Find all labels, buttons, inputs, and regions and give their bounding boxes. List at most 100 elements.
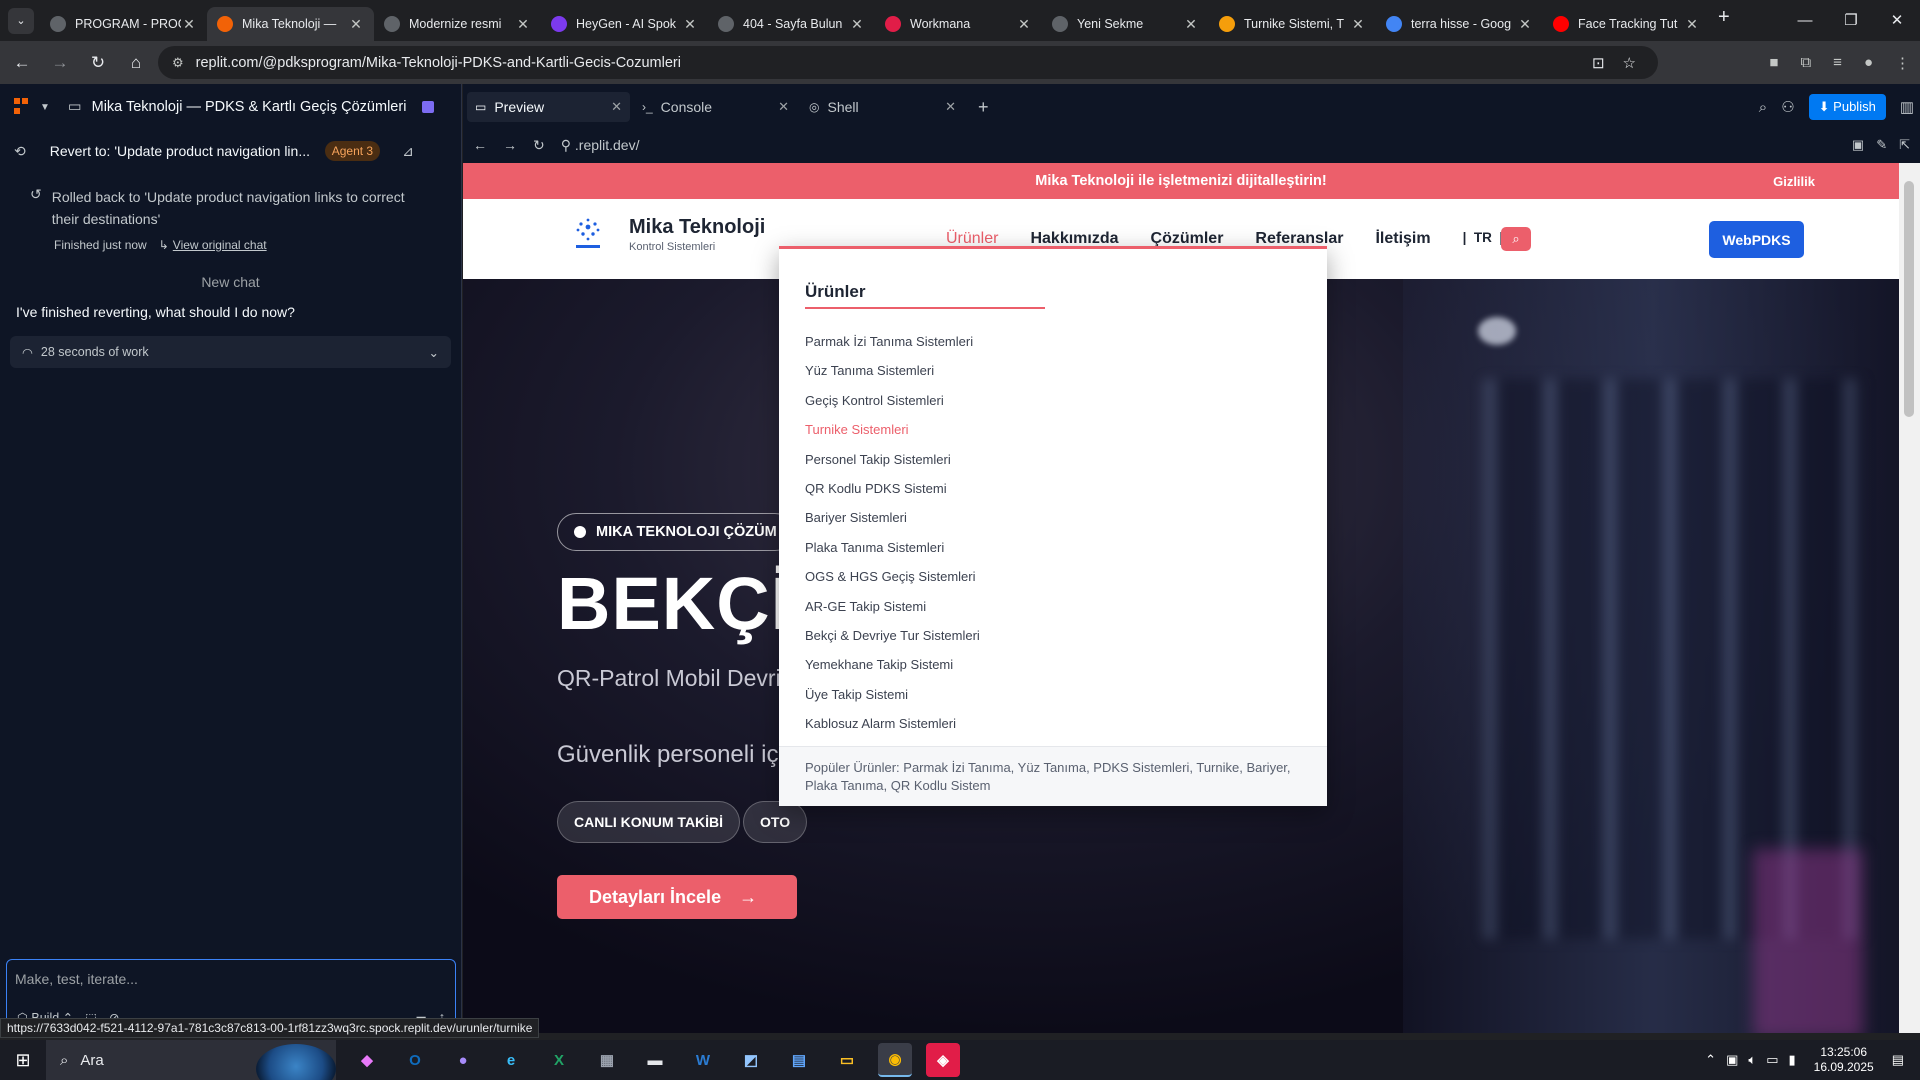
back-icon[interactable]: ← xyxy=(6,53,38,73)
close-tab-icon[interactable]: ✕ xyxy=(682,16,698,33)
product-menu-item[interactable]: Üye Takip Sistemi xyxy=(805,680,980,709)
site-info-icon[interactable]: ⚙ xyxy=(172,55,184,71)
outlook-icon[interactable]: O xyxy=(398,1043,432,1077)
preview-url[interactable]: ⚲ .replit.dev/ xyxy=(561,137,640,154)
agent-badge[interactable]: Agent 3 xyxy=(324,141,381,161)
back-icon[interactable]: ← xyxy=(473,137,487,153)
file-explorer-icon[interactable]: ▭ xyxy=(830,1043,864,1077)
tab-preview[interactable]: ▭ Preview ✕ xyxy=(467,92,630,122)
windows-start-icon[interactable]: ⊞ xyxy=(0,1050,46,1071)
media-control-icon[interactable]: ≡ xyxy=(1833,54,1842,71)
close-icon[interactable]: ✕ xyxy=(778,99,789,115)
site-search-button[interactable]: ⌕ xyxy=(1501,227,1531,251)
replit-logo-icon[interactable] xyxy=(14,98,34,116)
add-tab-icon[interactable]: + xyxy=(978,97,989,118)
battery-icon[interactable]: ▮ xyxy=(1788,1052,1795,1068)
webpdks-button[interactable]: WebPDKS xyxy=(1709,221,1804,258)
chrome-icon[interactable]: ◉ xyxy=(878,1043,912,1077)
reload-icon[interactable]: ↻ xyxy=(533,137,545,154)
app-icon[interactable]: ▦ xyxy=(590,1043,624,1077)
brand[interactable]: Mika Teknoloji Kontrol Sistemleri xyxy=(569,215,765,253)
product-menu-item[interactable]: Personel Takip Sistemleri xyxy=(805,445,980,474)
home-icon[interactable]: ⌂ xyxy=(120,53,152,73)
excel-icon[interactable]: X xyxy=(542,1043,576,1077)
product-menu-item[interactable]: Yüz Tanıma Sistemleri xyxy=(805,356,980,385)
close-tab-icon[interactable]: ✕ xyxy=(1350,16,1366,33)
close-tab-icon[interactable]: ✕ xyxy=(1684,16,1700,33)
close-window-icon[interactable]: ✕ xyxy=(1874,0,1920,41)
open-new-window-icon[interactable]: ⇱ xyxy=(1899,137,1910,153)
privacy-link[interactable]: Gizlilik xyxy=(1773,174,1815,189)
meet-now-icon[interactable]: ▣ xyxy=(1726,1052,1738,1068)
publish-button[interactable]: ⬇ Publish xyxy=(1808,94,1886,120)
product-menu-item[interactable]: AR-GE Takip Sistemi xyxy=(805,592,980,621)
close-tab-icon[interactable]: ✕ xyxy=(515,16,531,33)
app-icon[interactable]: ◩ xyxy=(734,1043,768,1077)
devtools-icon[interactable]: ✎ xyxy=(1876,137,1887,153)
product-menu-item[interactable]: QR Kodlu PDKS Sistemi xyxy=(805,474,980,503)
browser-tab[interactable]: HeyGen - AI Spok ✕ xyxy=(541,7,708,41)
product-menu-item[interactable]: Bariyer Sistemleri xyxy=(805,503,980,532)
details-cta-button[interactable]: Detayları İncele → xyxy=(557,875,797,919)
scrollbar-thumb[interactable] xyxy=(1904,181,1914,417)
feature-chip[interactable]: OTO xyxy=(743,801,808,843)
browser-tab[interactable]: Face Tracking Tut ✕ xyxy=(1543,7,1710,41)
browser-tab[interactable]: 404 - Sayfa Bulun ✕ xyxy=(708,7,875,41)
network-icon[interactable]: ▭ xyxy=(1766,1052,1778,1068)
chevron-up-icon[interactable]: ⌃ xyxy=(1705,1052,1716,1068)
product-menu-item[interactable]: Parmak İzi Tanıma Sistemleri xyxy=(805,327,980,356)
extension-icon[interactable]: ■ xyxy=(1769,54,1778,71)
product-menu-item[interactable]: Plaka Tanıma Sistemleri xyxy=(805,533,980,562)
close-tab-icon[interactable]: ✕ xyxy=(1517,16,1533,33)
product-menu-item[interactable]: Turnike Sistemleri xyxy=(805,415,980,444)
close-tab-icon[interactable]: ✕ xyxy=(849,16,865,33)
nav-contact[interactable]: İletişim xyxy=(1375,230,1430,248)
address-bar[interactable]: ⚙ replit.com/@pdksprogram/Mika-Teknoloji… xyxy=(158,46,1658,79)
install-app-icon[interactable]: ⊡ xyxy=(1592,54,1605,72)
product-menu-item[interactable]: Geçiş Kontrol Sistemleri xyxy=(805,386,980,415)
new-chat-icon[interactable]: ⊿ xyxy=(402,143,414,160)
layout-toggle-icon[interactable]: ▥ xyxy=(1900,98,1914,116)
bookmark-star-icon[interactable]: ☆ xyxy=(1623,54,1636,72)
project-title[interactable]: Mika Teknoloji — PDKS & Kartlı Geçiş Çöz… xyxy=(92,99,407,115)
copilot-icon[interactable]: ◆ xyxy=(350,1043,384,1077)
view-original-chat-link[interactable]: View original chat xyxy=(173,238,267,252)
close-icon[interactable]: ✕ xyxy=(945,99,956,115)
preview-scrollbar[interactable] xyxy=(1899,163,1920,1033)
browser-tab[interactable]: Workmana ✕ xyxy=(875,7,1042,41)
extensions-puzzle-icon[interactable]: ⧉ xyxy=(1800,54,1811,71)
chat-input[interactable] xyxy=(7,960,455,998)
close-tab-icon[interactable]: ✕ xyxy=(348,16,364,33)
taskbar-search[interactable]: ⌕ Ara xyxy=(46,1040,336,1080)
product-menu-item[interactable]: Kablosuz Alarm Sistemleri xyxy=(805,709,980,738)
tab-shell[interactable]: ◎ Shell ✕ xyxy=(801,92,964,122)
chevron-down-icon[interactable]: ▼ xyxy=(40,102,50,113)
history-icon[interactable]: ⟲ xyxy=(14,143,26,160)
close-icon[interactable]: ✕ xyxy=(611,99,622,115)
reload-icon[interactable]: ↻ xyxy=(82,53,114,73)
browser-tab[interactable]: terra hisse - Goog ✕ xyxy=(1376,7,1543,41)
edge-icon[interactable]: e xyxy=(494,1043,528,1077)
product-menu-item[interactable]: Yemekhane Takip Sistemi xyxy=(805,650,980,679)
product-menu-item[interactable]: Bekçi & Devriye Tur Sistemleri xyxy=(805,621,980,650)
minimize-icon[interactable]: — xyxy=(1782,0,1828,41)
new-tab-button[interactable]: + xyxy=(1718,6,1730,29)
terminal-icon[interactable]: ▬ xyxy=(638,1043,672,1077)
browser-tab[interactable]: PROGRAM - PROG ✕ xyxy=(40,7,207,41)
profile-avatar[interactable]: ● xyxy=(1864,54,1873,71)
browser-tab[interactable]: Turnike Sistemi, T ✕ xyxy=(1209,7,1376,41)
work-summary[interactable]: ◠ 28 seconds of work ⌄ xyxy=(10,336,451,368)
word-icon[interactable]: W xyxy=(686,1043,720,1077)
anydesk-icon[interactable]: ◈ xyxy=(926,1043,960,1077)
browser-tab[interactable]: Modernize resmi ✕ xyxy=(374,7,541,41)
tab-search-button[interactable]: ⌄ xyxy=(8,7,34,34)
browser-menu-icon[interactable]: ⋮ xyxy=(1895,54,1910,72)
volume-icon[interactable]: 🔈︎ xyxy=(1748,1052,1756,1068)
browser-tab[interactable]: Yeni Sekme ✕ xyxy=(1042,7,1209,41)
search-icon[interactable]: ⌕ xyxy=(1759,99,1767,116)
notifications-icon[interactable]: ▤ xyxy=(1892,1052,1904,1068)
close-tab-icon[interactable]: ✕ xyxy=(1183,16,1199,33)
product-menu-item[interactable]: OGS & HGS Geçiş Sistemleri xyxy=(805,562,980,591)
clock[interactable]: 13:25:06 16.09.2025 xyxy=(1814,1045,1874,1075)
forward-icon[interactable]: → xyxy=(44,53,76,73)
